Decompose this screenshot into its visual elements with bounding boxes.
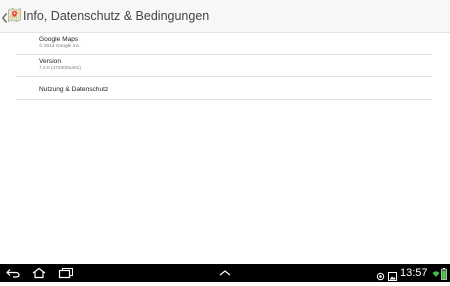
list-item-google-maps[interactable]: Google Maps © 2013 Google Inc. [16, 33, 432, 55]
list-item-title: Nutzung & Datenschutz [39, 86, 109, 93]
clock: 13:57 [400, 267, 428, 279]
page-title: Info, Datenschutz & Bedingungen [23, 9, 210, 23]
google-maps-icon[interactable] [8, 8, 21, 22]
expand-up-button[interactable] [217, 267, 233, 279]
back-icon [6, 269, 20, 278]
system-bar: 13:57 [0, 264, 450, 282]
settings-list: Google Maps © 2013 Google Inc. Version 7… [16, 33, 432, 100]
location-icon [376, 268, 385, 286]
home-icon [32, 267, 46, 279]
battery-icon [441, 267, 447, 285]
list-item-subtitle: 7.2.0 (4702001401) [39, 66, 81, 71]
up-navigation-icon[interactable] [1, 10, 8, 23]
wifi-icon [432, 267, 440, 285]
recent-apps-icon [58, 268, 73, 279]
list-item-terms-privacy[interactable]: Nutzung & Datenschutz [16, 77, 432, 100]
home-button[interactable] [31, 267, 47, 279]
screenshot-icon [388, 268, 397, 286]
action-bar: Info, Datenschutz & Bedingungen [0, 0, 450, 33]
recent-apps-button[interactable] [58, 267, 74, 279]
list-item-title: Version [39, 58, 61, 65]
list-item-version[interactable]: Version 7.2.0 (4702001401) [16, 55, 432, 77]
expand-up-icon [219, 270, 231, 276]
list-item-subtitle: © 2013 Google Inc. [39, 44, 81, 49]
list-item-title: Google Maps [39, 36, 79, 43]
back-button[interactable] [5, 267, 21, 279]
